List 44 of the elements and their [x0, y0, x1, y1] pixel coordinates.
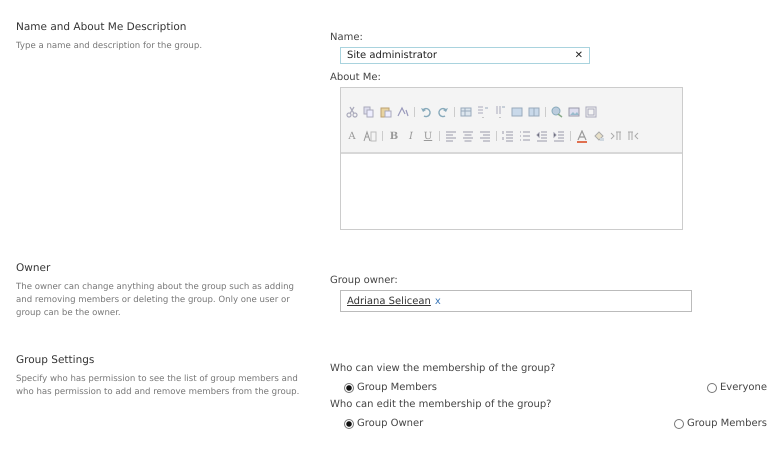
radio-option[interactable]: Everyone — [706, 382, 767, 393]
bulleted-list-icon[interactable] — [519, 130, 531, 142]
field-label: Name: — [330, 32, 364, 43]
person-link[interactable]: Adriana Selicean — [347, 296, 431, 306]
image-icon[interactable] — [568, 106, 580, 118]
copy-icon[interactable] — [363, 106, 375, 118]
scissors-icon[interactable] — [346, 106, 358, 118]
paste-icon[interactable] — [380, 106, 392, 118]
decrease-indent-icon[interactable] — [536, 130, 548, 142]
increase-indent-icon[interactable] — [553, 130, 565, 142]
section-title: Group Settings — [16, 354, 96, 366]
clear-button[interactable]: ✕ — [574, 50, 583, 61]
align-center-icon[interactable] — [462, 130, 474, 142]
align-right-icon[interactable] — [479, 130, 491, 142]
numbered-list-icon[interactable] — [502, 130, 514, 142]
remove-button[interactable]: x — [434, 296, 441, 306]
radio-label: Group Owner — [357, 418, 424, 429]
font-color-icon[interactable] — [576, 130, 588, 142]
radio-label: Everyone — [720, 382, 767, 393]
section-title: Owner — [16, 262, 52, 274]
question-label: Who can view the membership of the group? — [330, 363, 556, 374]
section-title: Name and About Me Description — [16, 21, 188, 33]
field-label: Group owner: — [330, 275, 399, 286]
radio-button[interactable] — [344, 382, 354, 392]
table-icon[interactable] — [460, 106, 472, 118]
question-label: Who can edit the membership of the group? — [330, 399, 552, 410]
undo-icon[interactable] — [420, 106, 432, 118]
redo-icon[interactable] — [437, 106, 449, 118]
align-left-icon[interactable] — [445, 130, 457, 142]
merge-cells-icon[interactable] — [511, 106, 523, 118]
name-field[interactable]: Site administrator ✕ — [340, 47, 590, 64]
section-description: Specify who has permission to see the list of group members and who has permission to add and remove members from the group. — [16, 373, 300, 399]
highlight-icon[interactable] — [593, 130, 605, 142]
section-description: Type a name and description for the group. — [16, 40, 204, 53]
field-label: About Me: — [330, 72, 382, 83]
people-picker-field[interactable]: Adriana Selicean x — [340, 290, 692, 312]
radio-button[interactable] — [706, 382, 717, 392]
section-description: The owner can change anything about the group such as adding and removing members or deleting the group. Only one user or group can be the owner. — [16, 281, 295, 320]
radio-button[interactable] — [674, 418, 684, 428]
font-size-icon[interactable] — [363, 130, 377, 142]
split-cells-icon[interactable] — [528, 106, 540, 118]
radio-option[interactable]: Group Owner — [344, 418, 424, 429]
field-value: Site administrator — [347, 50, 438, 61]
radio-button[interactable] — [344, 418, 354, 428]
